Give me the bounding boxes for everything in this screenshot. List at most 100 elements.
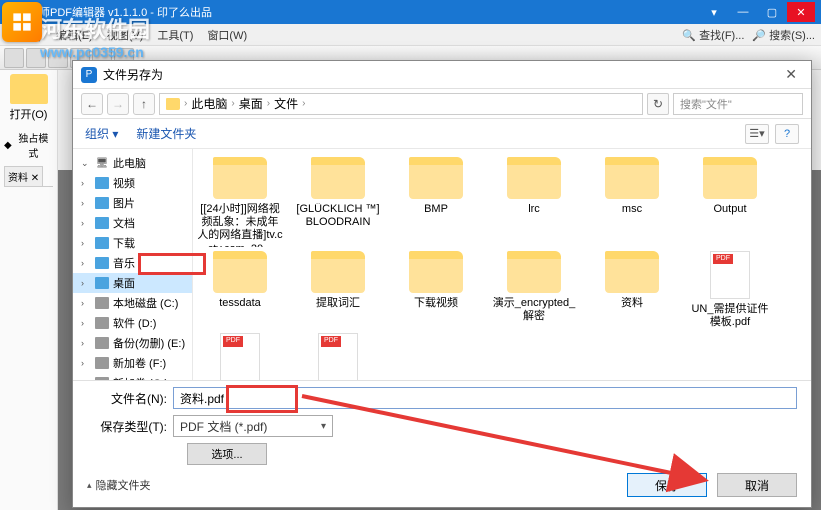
search-input[interactable]: 搜索"文件" <box>673 93 803 115</box>
help-button[interactable]: ? <box>775 124 799 144</box>
file-item-pdf[interactable]: UN_需提供证件模板.pdf <box>687 251 773 329</box>
folder-icon <box>409 251 463 293</box>
tree-video[interactable]: ›视频 <box>73 173 192 193</box>
cancel-button[interactable]: 取消 <box>717 473 797 497</box>
tree-pc[interactable]: ⌄🖥此电脑 <box>73 153 192 173</box>
file-item-folder[interactable]: [GLÜCKLICH ™] BLOODRAIN <box>295 157 381 247</box>
menu-window[interactable]: 窗口(W) <box>207 27 247 43</box>
filename-label: 文件名(N): <box>87 390 167 407</box>
tree-edrive[interactable]: ›备份(勿删) (E:) <box>73 333 192 353</box>
file-item-folder[interactable]: lrc <box>491 157 577 247</box>
dialog-close-button[interactable]: ✕ <box>779 64 803 85</box>
app-logo <box>2 2 42 42</box>
tree-downloads[interactable]: ›下载 <box>73 233 192 253</box>
open-button[interactable]: 打开(O) <box>4 74 53 122</box>
exclusive-mode[interactable]: ◆ 独占模式 <box>4 130 53 160</box>
folder-tree: ⌄🖥此电脑 ›视频 ›图片 ›文档 ›下载 ›音乐 ›桌面 ›本地磁盘 (C:)… <box>73 149 193 380</box>
tree-desktop[interactable]: ›桌面 <box>73 273 192 293</box>
filetype-combo[interactable]: PDF 文档 (*.pdf) <box>173 415 333 437</box>
dialog-nav: ← → ↑ › 此电脑 › 桌面 › 文件 › ↻ 搜索"文件" <box>73 89 811 119</box>
tree-documents[interactable]: ›文档 <box>73 213 192 233</box>
tree-gdrive[interactable]: ›新加卷 (G:) <box>73 373 192 380</box>
dropdown-button[interactable]: ▾ <box>700 2 728 22</box>
crumb-pc[interactable]: 此电脑 <box>191 95 227 112</box>
file-label: BMP <box>424 203 448 216</box>
menu-tools[interactable]: 工具(T) <box>157 27 193 43</box>
menu-edit[interactable]: 编辑(E) <box>56 27 93 43</box>
toolbar-icon[interactable] <box>26 48 46 68</box>
file-label: 提取词汇 <box>316 297 360 310</box>
pdf-icon <box>220 333 260 380</box>
tree-music[interactable]: ›音乐 <box>73 253 192 273</box>
menu-search[interactable]: 🔎 搜索(S)... <box>752 27 815 43</box>
filetype-label: 保存类型(T): <box>87 418 167 435</box>
toolbar-icon[interactable] <box>48 48 68 68</box>
file-item-folder[interactable]: [[24小时]]网络视频乱象：未成年人的网络直播]tv.cctv.com_20.… <box>197 157 283 247</box>
folder-icon <box>166 98 180 110</box>
folder-icon <box>213 251 267 293</box>
nav-refresh-button[interactable]: ↻ <box>647 93 669 115</box>
folder-icon <box>507 157 561 199</box>
dialog-icon: P <box>81 67 97 83</box>
nav-forward-button[interactable]: → <box>107 93 129 115</box>
file-label: UN_需提供证件模板.pdf <box>687 303 773 329</box>
crumb-folder[interactable]: 文件 <box>274 95 298 112</box>
folder-icon <box>605 251 659 293</box>
menu-view[interactable]: 视图(V) <box>107 27 144 43</box>
folder-icon <box>409 157 463 199</box>
file-label: msc <box>622 203 642 216</box>
folder-icon <box>311 251 365 293</box>
hide-folders-button[interactable]: 隐藏文件夹 <box>87 477 151 493</box>
filename-input[interactable] <box>173 387 797 409</box>
left-panel: 打开(O) ◆ 独占模式 资料 ✕ <box>0 70 58 510</box>
dialog-footer: 文件名(N): 保存类型(T): PDF 文档 (*.pdf) 选项... 隐藏… <box>73 380 811 507</box>
breadcrumb[interactable]: › 此电脑 › 桌面 › 文件 › <box>159 93 643 115</box>
file-item-folder[interactable]: msc <box>589 157 675 247</box>
dialog-toolbar: 组织 ▾ 新建文件夹 ☰▾ ? <box>73 119 811 149</box>
save-button[interactable]: 保存 <box>627 473 707 497</box>
tree-fdrive[interactable]: ›新加卷 (F:) <box>73 353 192 373</box>
folder-icon <box>311 157 365 199</box>
folder-icon <box>605 157 659 199</box>
close-button[interactable]: ✕ <box>787 2 815 22</box>
file-item-folder[interactable]: 提取词汇 <box>295 251 381 329</box>
view-mode-button[interactable]: ☰▾ <box>745 124 769 144</box>
file-item-folder[interactable]: tessdata <box>197 251 283 329</box>
organize-button[interactable]: 组织 ▾ <box>85 125 118 142</box>
new-folder-button[interactable]: 新建文件夹 <box>136 125 196 142</box>
file-item-folder[interactable]: 资料 <box>589 251 675 329</box>
folder-icon <box>213 157 267 199</box>
file-label: 演示_encrypted_解密 <box>491 297 577 323</box>
file-item-folder[interactable]: BMP <box>393 157 479 247</box>
doc-tab[interactable]: 资料 ✕ <box>4 166 43 186</box>
file-label: [[24小时]]网络视频乱象：未成年人的网络直播]tv.cctv.com_20.… <box>197 203 283 247</box>
file-item-pdf[interactable]: 副本_页面_1.pdf <box>295 333 381 380</box>
minimize-button[interactable]: — <box>729 2 757 22</box>
file-item-folder[interactable]: Output <box>687 157 773 247</box>
options-button[interactable]: 选项... <box>187 443 267 465</box>
menu-find[interactable]: 🔍 查找(F)... <box>682 27 744 43</box>
titlebar: 转转大师PDF编辑器 v1.1.1.0 - 印了么出品 ▾ — ▢ ✕ <box>0 0 821 24</box>
pdf-icon <box>318 333 358 380</box>
file-label: Output <box>713 203 746 216</box>
nav-up-button[interactable]: ↑ <box>133 93 155 115</box>
tree-cdrive[interactable]: ›本地磁盘 (C:) <box>73 293 192 313</box>
tree-ddrive[interactable]: ›软件 (D:) <box>73 313 192 333</box>
tree-pictures[interactable]: ›图片 <box>73 193 192 213</box>
file-label: lrc <box>528 203 540 216</box>
menubar: 文件(F) 编辑(E) 视图(V) 工具(T) 窗口(W) 🔍 查找(F)...… <box>0 24 821 46</box>
toolbar-icon[interactable] <box>4 48 24 68</box>
maximize-button[interactable]: ▢ <box>758 2 786 22</box>
dialog-title: 文件另存为 <box>103 66 163 83</box>
file-item-folder[interactable]: 演示_encrypted_解密 <box>491 251 577 329</box>
save-as-dialog: P 文件另存为 ✕ ← → ↑ › 此电脑 › 桌面 › 文件 › ↻ 搜索"文… <box>72 60 812 508</box>
folder-icon <box>507 251 561 293</box>
file-label: 下载视频 <box>414 297 458 310</box>
file-list: [[24小时]]网络视频乱象：未成年人的网络直播]tv.cctv.com_20.… <box>193 149 811 380</box>
file-item-folder[interactable]: 下载视频 <box>393 251 479 329</box>
crumb-desktop[interactable]: 桌面 <box>239 95 263 112</box>
open-folder-icon <box>10 74 48 104</box>
file-item-pdf[interactable]: -Unlicensed-员工表1.pdf <box>197 333 283 380</box>
nav-back-button[interactable]: ← <box>81 93 103 115</box>
pdf-icon <box>710 251 750 299</box>
